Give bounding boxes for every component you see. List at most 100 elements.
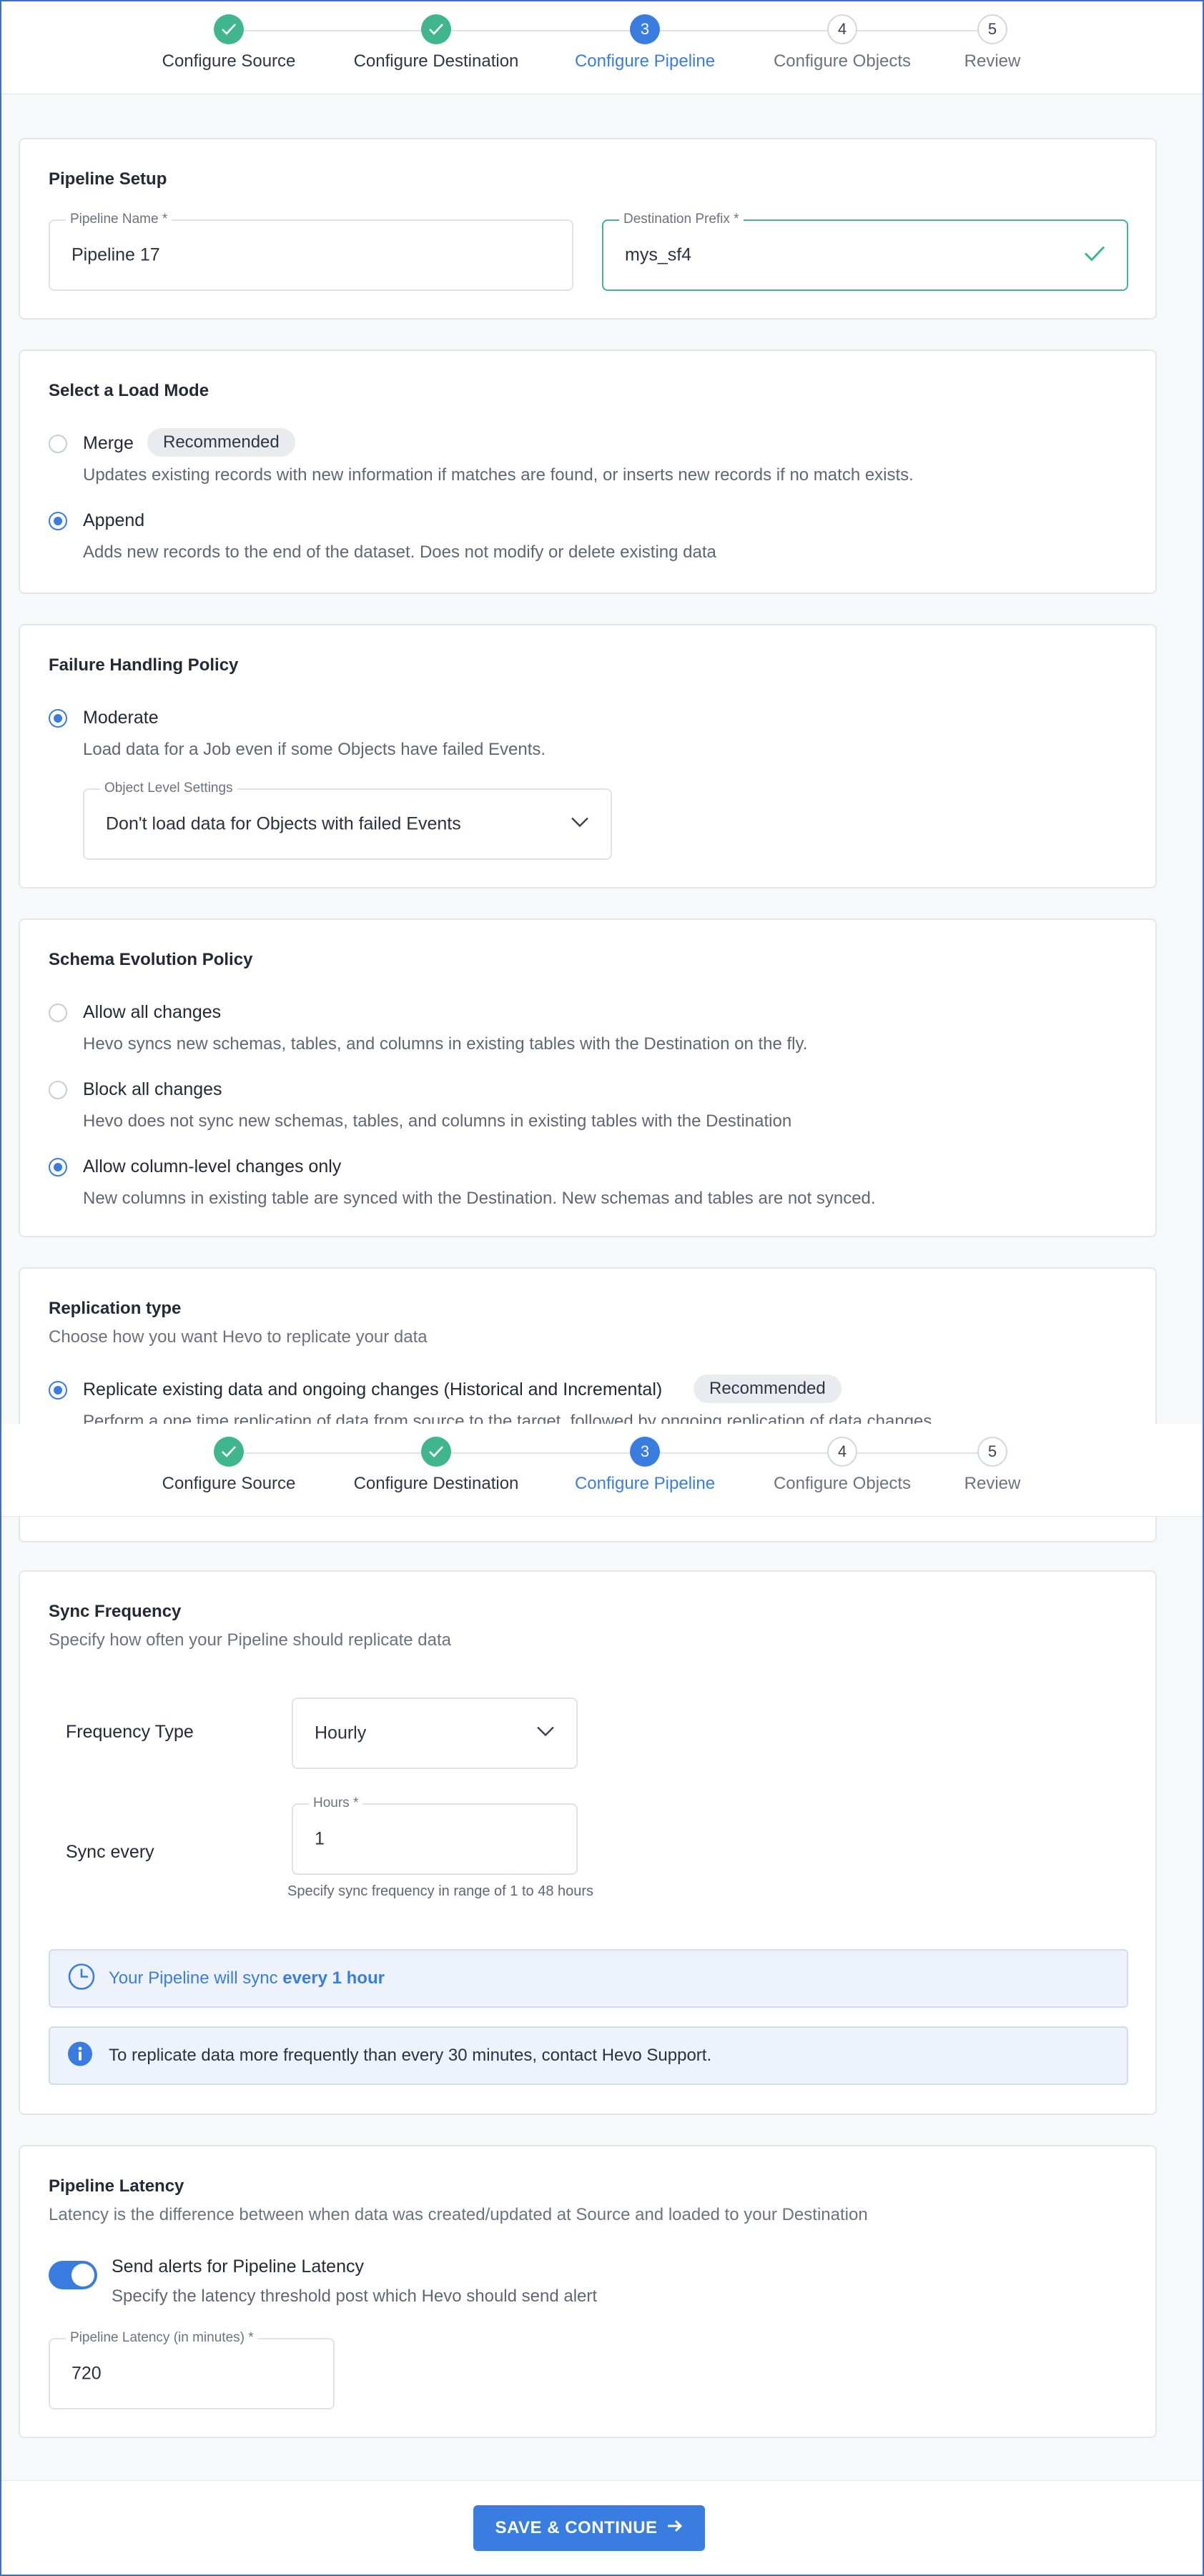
append-description: Adds new records to the end of the datas… — [83, 543, 716, 562]
schema-policy-card: Schema Evolution Policy Allow all change… — [19, 918, 1157, 1237]
block-all-description: Hevo does not sync new schemas, tables, … — [83, 1111, 792, 1131]
card-title: Failure Handling Policy — [49, 655, 239, 675]
sync-frequency-card: Sync Frequency Specify how often your Pi… — [19, 1570, 1157, 2115]
select-value: Don't load data for Objects with failed … — [106, 813, 461, 834]
chevron-down-icon — [571, 817, 589, 832]
recommended-badge: Recommended — [147, 428, 295, 457]
step-label: Review — [964, 51, 1021, 71]
pipeline-setup-card: Pipeline Setup Pipeline Name * Pipeline … — [19, 138, 1157, 319]
historical-incremental-label[interactable]: Replicate existing data and ongoing chan… — [83, 1379, 662, 1400]
card-title: Sync Frequency — [49, 1602, 182, 1621]
info-text: To replicate data more frequently than e… — [109, 2046, 712, 2065]
latency-minutes-input[interactable]: Pipeline Latency (in minutes) * 720 — [49, 2330, 335, 2409]
card-subtitle: Latency is the difference between when d… — [49, 2205, 868, 2224]
field-label: Destination Prefix * — [619, 212, 744, 227]
sync-summary-prefix: Your Pipeline will sync — [109, 1968, 283, 1988]
step-review: 5 Review — [899, 1437, 1085, 1494]
failure-policy-card: Failure Handling Policy Moderate Load da… — [19, 624, 1157, 888]
step-configure-source[interactable]: Configure Source — [136, 1437, 322, 1494]
step-configure-source[interactable]: Configure Source — [136, 14, 322, 71]
step-number: 5 — [977, 14, 1007, 44]
check-icon — [421, 14, 451, 44]
allow-all-label[interactable]: Allow all changes — [83, 1002, 221, 1023]
info-banner: To replicate data more frequently than e… — [49, 2026, 1128, 2085]
card-title: Pipeline Setup — [49, 169, 167, 189]
merge-description: Updates existing records with new inform… — [83, 465, 914, 485]
info-icon — [67, 2041, 93, 2071]
recommended-badge: Recommended — [694, 1374, 842, 1403]
save-continue-label: SAVE & CONTINUE — [495, 2518, 658, 2537]
step-number: 4 — [827, 14, 857, 44]
footer: SAVE & CONTINUE — [1, 2480, 1203, 2575]
allow-all-radio[interactable] — [49, 1004, 67, 1022]
hours-input[interactable]: Hours * 1 — [292, 1795, 578, 1875]
merge-label[interactable]: Merge — [83, 433, 134, 454]
step-configure-pipeline[interactable]: 3 Configure Pipeline — [552, 14, 738, 71]
block-all-label[interactable]: Block all changes — [83, 1079, 222, 1100]
field-label: Pipeline Name * — [66, 212, 172, 227]
step-configure-destination[interactable]: Configure Destination — [343, 14, 529, 71]
step-label: Configure Source — [162, 1474, 296, 1493]
sync-summary-text: Your Pipeline will sync every 1 hour — [109, 1968, 385, 1988]
step-label: Configure Pipeline — [574, 51, 716, 71]
card-subtitle: Choose how you want Hevo to replicate yo… — [49, 1327, 428, 1347]
toggle-description: Specify the latency threshold post which… — [112, 2287, 598, 2306]
moderate-label[interactable]: Moderate — [83, 708, 159, 728]
allow-all-description: Hevo syncs new schemas, tables, and colu… — [83, 1034, 808, 1054]
step-number: 3 — [630, 14, 660, 44]
append-radio[interactable] — [49, 512, 67, 530]
step-label: Configure Destination — [353, 1474, 519, 1493]
clock-icon — [67, 1963, 96, 1995]
field-label: Pipeline Latency (in minutes) * — [66, 2330, 258, 2346]
latency-card: Pipeline Latency Latency is the differen… — [19, 2145, 1157, 2438]
moderate-description: Load data for a Job even if some Objects… — [83, 740, 546, 759]
sync-summary-value: every 1 hour — [282, 1968, 385, 1988]
frequency-type-select[interactable]: Hourly — [292, 1698, 578, 1769]
select-value: Hourly — [315, 1723, 367, 1743]
block-all-radio[interactable] — [49, 1081, 67, 1099]
card-title: Schema Evolution Policy — [49, 950, 253, 969]
frequency-type-label: Frequency Type — [66, 1722, 194, 1742]
column-level-label[interactable]: Allow column-level changes only — [83, 1156, 341, 1177]
check-icon — [214, 1437, 244, 1467]
card-subtitle: Specify how often your Pipeline should r… — [49, 1630, 452, 1650]
chevron-down-icon — [536, 1726, 555, 1741]
card-title: Select a Load Mode — [49, 381, 209, 400]
stepper-top: Configure Source Configure Destination 3… — [1, 1, 1203, 94]
pipeline-name-field[interactable]: Pipeline Name * Pipeline 17 — [49, 212, 573, 291]
arrow-right-icon — [666, 2518, 684, 2538]
destination-prefix-field[interactable]: Destination Prefix * mys_sf4 — [602, 212, 1128, 291]
sync-summary-banner: Your Pipeline will sync every 1 hour — [49, 1949, 1128, 2008]
step-configure-destination[interactable]: Configure Destination — [343, 1437, 529, 1494]
hours-hint: Specify sync frequency in range of 1 to … — [287, 1883, 594, 1899]
append-label[interactable]: Append — [83, 510, 144, 531]
step-configure-pipeline[interactable]: 3 Configure Pipeline — [552, 1437, 738, 1494]
step-number: 3 — [630, 1437, 660, 1467]
historical-incremental-radio[interactable] — [49, 1381, 67, 1400]
latency-alert-toggle[interactable] — [49, 2261, 97, 2289]
destination-prefix-value: mys_sf4 — [625, 244, 692, 265]
pipeline-name-value: Pipeline 17 — [71, 244, 160, 265]
field-label: Object Level Settings — [100, 781, 237, 796]
step-label: Configure Pipeline — [574, 1474, 716, 1493]
load-mode-card: Select a Load Mode Merge Recommended Upd… — [19, 350, 1157, 594]
save-continue-button[interactable]: SAVE & CONTINUE — [473, 2505, 705, 2551]
step-number: 5 — [977, 1437, 1007, 1467]
field-label: Hours * — [309, 1795, 363, 1811]
step-number: 4 — [827, 1437, 857, 1467]
step-label: Review — [964, 1474, 1021, 1493]
object-level-settings-select[interactable]: Object Level Settings Don't load data fo… — [83, 781, 612, 860]
check-icon — [421, 1437, 451, 1467]
latency-value: 720 — [71, 2363, 102, 2384]
merge-radio[interactable] — [49, 435, 67, 453]
hours-value: 1 — [315, 1828, 325, 1849]
card-title: Pipeline Latency — [49, 2176, 184, 2196]
moderate-radio[interactable] — [49, 709, 67, 728]
column-level-radio[interactable] — [49, 1158, 67, 1176]
toggle-label: Send alerts for Pipeline Latency — [112, 2257, 364, 2277]
card-title: Replication type — [49, 1299, 182, 1318]
step-label: Configure Source — [162, 51, 296, 71]
step-review: 5 Review — [899, 14, 1085, 71]
check-icon — [1084, 245, 1105, 266]
sync-every-label: Sync every — [66, 1842, 154, 1862]
